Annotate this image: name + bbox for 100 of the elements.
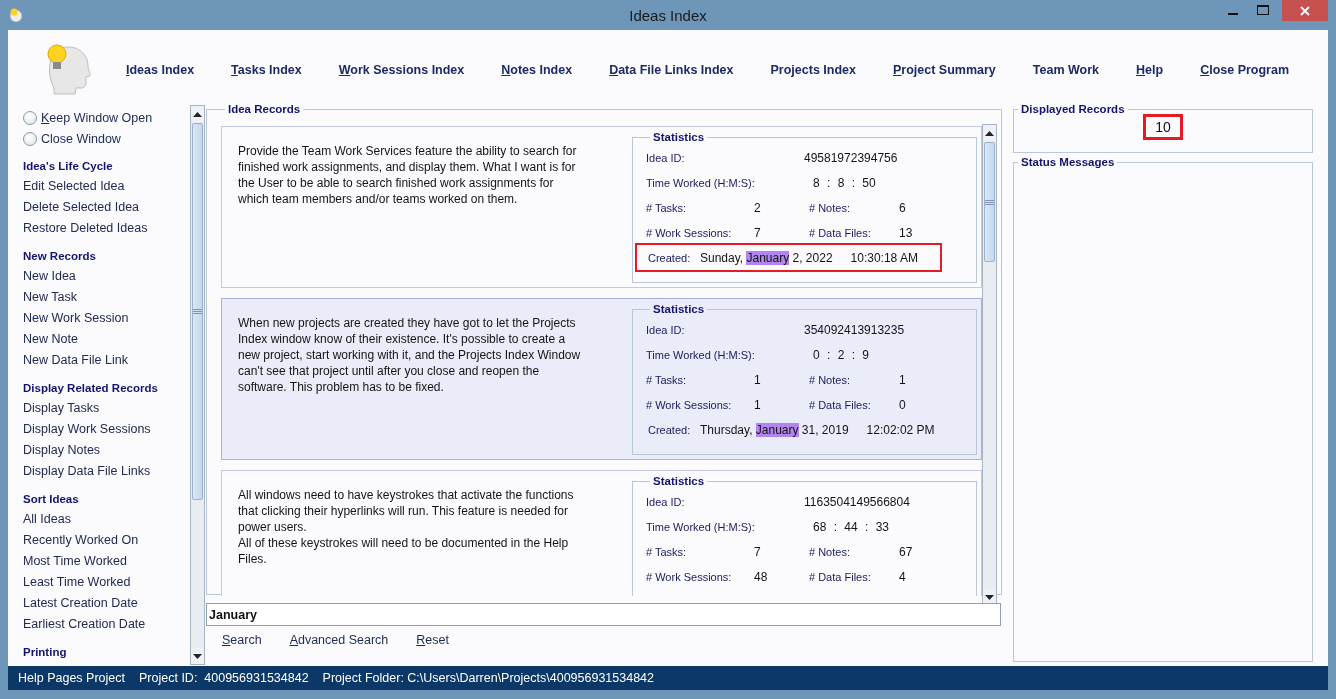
sidebar-link[interactable]: Latest Creation Date [23, 593, 190, 614]
nav-link[interactable]: Notes Index [501, 62, 573, 77]
stat-value: 8 : 8 : 50 [813, 175, 876, 190]
sidebar-link[interactable]: Display Work Sessions [23, 419, 190, 440]
stat-label: Idea ID: [646, 151, 686, 164]
stat-label: Created: [648, 423, 692, 436]
sidebar-link[interactable]: Display Tasks [23, 398, 190, 419]
status-text: Help Pages Project [18, 671, 125, 685]
stat-label: # Data Files: [809, 570, 872, 583]
nav-link[interactable]: Project Summary [892, 62, 996, 77]
sidebar-link[interactable]: All Ideas [23, 509, 190, 530]
sidebar-link[interactable]: Least Time Worked [23, 572, 190, 593]
stat-label: # Tasks: [646, 545, 688, 558]
radio-label[interactable]: Close Window [41, 131, 121, 146]
radio-button[interactable] [23, 131, 37, 146]
idea-card[interactable] [221, 298, 982, 460]
stat-value: 4 [899, 569, 906, 584]
sidebar-link[interactable]: Edit Selected Idea [23, 176, 190, 197]
stat-value: 0 [899, 397, 906, 412]
created-time: 10:30:18 AM [850, 250, 918, 265]
search-link-button[interactable]: Search [222, 631, 262, 649]
sidebar-link[interactable]: Most Time Worked [23, 551, 190, 572]
nav-link[interactable]: Team Work [1032, 62, 1100, 77]
nav-link[interactable]: Tasks Index [231, 62, 302, 77]
nav-link[interactable]: Help [1136, 62, 1164, 77]
stat-value: 48 [754, 569, 769, 584]
created-date: Thursday, January 31, 2019 [700, 422, 849, 437]
sidebar-link[interactable]: Earliest Creation Date [23, 614, 190, 635]
stat-value: 68 : 44 : 33 [813, 519, 890, 534]
stat-value: 67 [899, 544, 913, 559]
stat-value: 1 [754, 372, 762, 387]
radio-button[interactable] [23, 110, 37, 125]
created-date: Sunday, January 2, 2022 [700, 250, 833, 265]
status-text: Project ID: 400956931534842 [139, 671, 309, 685]
idea-description: All windows need to have keystrokes that activate the functions that clicking their hyperlinks will run. This feature is needed for power users. All of these keystrokes will need to be documented in the Help Files. [238, 487, 575, 568]
section-title: Printing [23, 645, 68, 660]
stat-label: Idea ID: [646, 323, 686, 336]
section-title: Idea's Life Cycle [23, 159, 114, 174]
stat-label: Created: [648, 251, 692, 264]
sidebar-scrollbar[interactable] [190, 105, 205, 665]
nav-link[interactable]: Projects Index [770, 62, 856, 77]
sidebar-link[interactable]: Display Data File Links [23, 461, 190, 482]
down-arrow-icon[interactable] [985, 594, 994, 600]
stat-value: 1163504149566804 [804, 494, 910, 509]
sidebar-link[interactable]: Recently Worked On [23, 530, 190, 551]
sidebar-link[interactable]: New Data File Link [23, 350, 190, 371]
stat-label: # Tasks: [646, 201, 688, 214]
stat-value: 6 [899, 200, 906, 215]
sidebar-link[interactable]: New Work Session [23, 308, 190, 329]
idea-card[interactable] [221, 126, 982, 288]
sidebar-link[interactable]: Display Notes [23, 440, 190, 461]
nav-link[interactable]: Close Program [1200, 62, 1290, 77]
nav-link[interactable]: Data File Links Index [609, 62, 734, 77]
stat-label: # Work Sessions: [646, 226, 733, 239]
stat-label: # Notes: [809, 545, 851, 558]
stat-value: 354092413913235 [804, 322, 905, 337]
radio-label[interactable]: Keep Window Open [41, 110, 153, 125]
grip-icon [985, 199, 994, 205]
created-time: 12:02:02 PM [866, 422, 935, 437]
close-button[interactable] [1282, 0, 1328, 21]
stat-label: # Notes: [809, 373, 851, 386]
up-arrow-icon[interactable] [193, 111, 202, 117]
stat-label: Idea ID: [646, 495, 686, 508]
sidebar-link[interactable]: New Note [23, 329, 190, 350]
status-text: Project Folder: C:\Users\Darren\Projects\400956931534842 [322, 671, 655, 685]
sidebar-link[interactable]: New Idea [23, 266, 190, 287]
stat-label: Time Worked (H:M:S): [646, 348, 756, 361]
stat-value: 7 [754, 225, 762, 240]
stat-label: # Data Files: [809, 226, 872, 239]
idea-card[interactable] [221, 470, 982, 596]
search-link-button[interactable]: Reset [416, 631, 449, 649]
stat-label: # Work Sessions: [646, 398, 733, 411]
idea-description: Provide the Team Work Services feature the ability to search for finished work assignments, and display them. What I want is for the User to be able to search finished work assignments for which team members and/or teams worked on them. [238, 143, 578, 208]
panel-title: Idea Records [227, 103, 302, 115]
statistics-title: Statistics [652, 303, 706, 315]
panel-title: Displayed Records [1020, 103, 1126, 115]
sidebar-link[interactable]: Restore Deleted Ideas [23, 218, 190, 239]
sidebar-link[interactable]: Delete Selected Idea [23, 197, 190, 218]
statistics-title: Statistics [652, 475, 706, 487]
stat-value: 13 [899, 225, 913, 240]
down-arrow-icon[interactable] [193, 653, 202, 659]
sidebar-link[interactable]: New Task [23, 287, 190, 308]
window-title: Ideas Index [628, 6, 708, 24]
idea-description: When new projects are created they have got to let the Projects Index window know of their existence. It's possible to create a new project, start working with it, and the Projects Index Window can't see that project until after you close and reopen the software. This problem has to be fixed. [238, 315, 582, 396]
close-icon [1300, 5, 1310, 16]
stat-value: 7 [754, 544, 762, 559]
records-scrollbar[interactable] [982, 124, 997, 606]
nav-link[interactable]: Work Sessions Index [338, 62, 465, 77]
stat-value: 49581972394756 [804, 150, 898, 165]
nav-link[interactable]: Ideas Index [126, 62, 195, 77]
section-title: Display Related Records [23, 381, 159, 396]
app-icon [8, 7, 24, 23]
stat-value: 1 [754, 397, 762, 412]
up-arrow-icon[interactable] [985, 130, 994, 136]
search-link-button[interactable]: Advanced Search [289, 631, 389, 649]
stat-value: 0 : 2 : 9 [813, 347, 870, 362]
statistics-title: Statistics [652, 131, 706, 143]
maximize-icon [1257, 5, 1269, 15]
stat-label: Time Worked (H:M:S): [646, 520, 756, 533]
search-field[interactable]: January [206, 603, 1001, 626]
